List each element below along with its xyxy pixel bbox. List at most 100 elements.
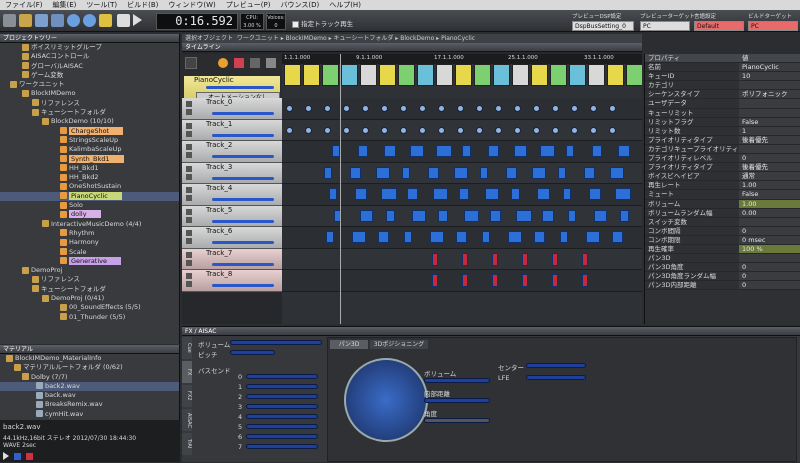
bus-send-slider[interactable] (246, 424, 318, 429)
material-item[interactable]: マテリアルルートフォルダ (0/62) (0, 363, 179, 372)
note-icon[interactable] (533, 126, 540, 134)
note-icon[interactable] (343, 126, 350, 134)
note-icon[interactable] (381, 105, 388, 112)
waveform-block[interactable] (454, 166, 468, 179)
property-value[interactable]: 1 (739, 126, 800, 135)
property-value[interactable]: 0 (739, 263, 800, 272)
menu-item[interactable]: ツール(T) (81, 0, 122, 10)
note-icon[interactable] (362, 105, 369, 112)
track-lane[interactable] (282, 162, 642, 184)
block-marker[interactable] (398, 64, 415, 86)
waveform-block[interactable] (563, 188, 571, 200)
tree-item[interactable]: グローバルAISAC (0, 62, 179, 71)
waveform-block[interactable] (542, 209, 554, 222)
track-row[interactable]: Track_5 (182, 205, 282, 227)
property-value[interactable]: 0 (739, 154, 800, 163)
property-row[interactable]: パン3D (645, 254, 800, 264)
waveform-block[interactable] (566, 145, 574, 157)
waveform-block[interactable] (480, 166, 488, 179)
material-item[interactable]: BreaksRemix.wav (0, 400, 179, 409)
waveform-block[interactable] (532, 166, 546, 179)
track-row[interactable]: Track_0 (182, 98, 282, 120)
property-row[interactable]: プライオリティレベル 0 (645, 154, 800, 164)
block-marker[interactable] (455, 64, 472, 86)
track-row[interactable]: Track_3 (182, 162, 282, 184)
undo-icon[interactable] (67, 14, 80, 27)
waveform-block[interactable] (459, 188, 469, 200)
tree-item[interactable]: InteractiveMusicDemo (4/4) (0, 220, 179, 229)
tree-item[interactable]: KalimbaScaleUp (0, 145, 179, 154)
selection-tab[interactable]: 選択オブジェクト (185, 35, 233, 42)
note-icon[interactable] (514, 126, 521, 134)
menu-item[interactable]: ウィンドウ(W) (163, 0, 220, 10)
note-icon[interactable] (552, 126, 559, 134)
tab-pan3d[interactable]: パン3D (330, 340, 368, 349)
waveform-block[interactable] (514, 145, 527, 157)
tree-item[interactable]: リファレンス (0, 275, 179, 284)
track-volume-slider[interactable] (212, 176, 274, 180)
tree-item[interactable]: ChargeShot (0, 126, 179, 136)
block-marker[interactable] (417, 64, 434, 86)
material-item[interactable]: cymHit.wav (0, 410, 179, 419)
property-row[interactable]: ユーザデータ (645, 99, 800, 109)
tree-item[interactable]: 00_SoundEffects (5/5) (0, 303, 179, 312)
property-value[interactable] (739, 81, 800, 90)
property-row[interactable]: スイッチ変数 (645, 217, 800, 227)
tree-item[interactable]: Harmony (0, 238, 179, 247)
track-row[interactable]: Track_6 (182, 227, 282, 249)
waveform-block[interactable] (582, 274, 588, 287)
note-icon[interactable] (286, 105, 293, 112)
bus-send-slider[interactable] (246, 434, 318, 439)
property-value[interactable]: 1.00 (739, 181, 800, 190)
note-icon[interactable] (343, 105, 350, 112)
block-marker[interactable] (379, 64, 396, 86)
track-lane[interactable] (282, 119, 642, 141)
bus-send-slider[interactable] (246, 374, 318, 379)
note-icon[interactable] (495, 105, 502, 112)
waveform-block[interactable] (522, 252, 528, 266)
menu-item[interactable]: プレビュー(P) (221, 0, 276, 10)
menu-item[interactable]: バウンス(D) (275, 0, 324, 10)
new-icon[interactable] (3, 14, 16, 27)
tree-item[interactable]: BlockIMDemo (0, 89, 179, 98)
track-volume-slider[interactable] (212, 262, 274, 266)
waveform-block[interactable] (352, 231, 366, 243)
track-lane[interactable] (282, 205, 642, 227)
note-icon[interactable] (324, 105, 331, 112)
waveform-block[interactable] (358, 145, 368, 157)
play-icon[interactable] (133, 14, 142, 26)
block-marker[interactable] (322, 64, 339, 86)
note-icon[interactable] (381, 126, 388, 134)
waveform-block[interactable] (592, 145, 602, 157)
property-row[interactable]: プライオリティタイプ 後着優先 (645, 135, 800, 145)
property-row[interactable]: ボリューム 1.00 (645, 199, 800, 209)
note-icon[interactable] (457, 126, 464, 134)
waveform-block[interactable] (586, 231, 600, 243)
mute-icon[interactable] (186, 208, 192, 215)
bus-send-slider[interactable] (246, 414, 318, 419)
tab-3d-positioning[interactable]: 3Dポジショニング (370, 340, 428, 349)
waveform-block[interactable] (433, 188, 448, 200)
block-marker[interactable] (512, 64, 529, 86)
note-icon[interactable] (419, 105, 426, 112)
redo-icon[interactable] (83, 14, 96, 27)
property-row[interactable]: カテゴリ (645, 81, 800, 91)
track-volume-slider[interactable] (212, 241, 274, 244)
property-row[interactable]: カテゴリキュープライオリティ (645, 144, 800, 155)
material-item[interactable]: Dolby (7/7) (0, 373, 179, 382)
waveform-block[interactable] (560, 231, 568, 243)
waveform-block[interactable] (522, 274, 528, 287)
solo-track-toggle[interactable]: 指定トラック再生 (292, 18, 353, 28)
block-marker[interactable] (607, 64, 624, 86)
fx-side-tab[interactable]: FX (182, 361, 192, 383)
note-icon[interactable] (286, 126, 293, 134)
waveform-block[interactable] (360, 209, 373, 222)
track-volume-slider[interactable] (212, 198, 274, 201)
note-icon[interactable] (590, 126, 597, 134)
waveform-block[interactable] (482, 231, 490, 243)
property-row[interactable]: コンボ間隔 0 (645, 226, 800, 236)
track-volume-slider[interactable] (212, 133, 274, 137)
record-icon[interactable] (234, 58, 244, 68)
fx-side-tab[interactable]: Cue (182, 337, 192, 359)
save-all-icon[interactable] (51, 14, 64, 27)
